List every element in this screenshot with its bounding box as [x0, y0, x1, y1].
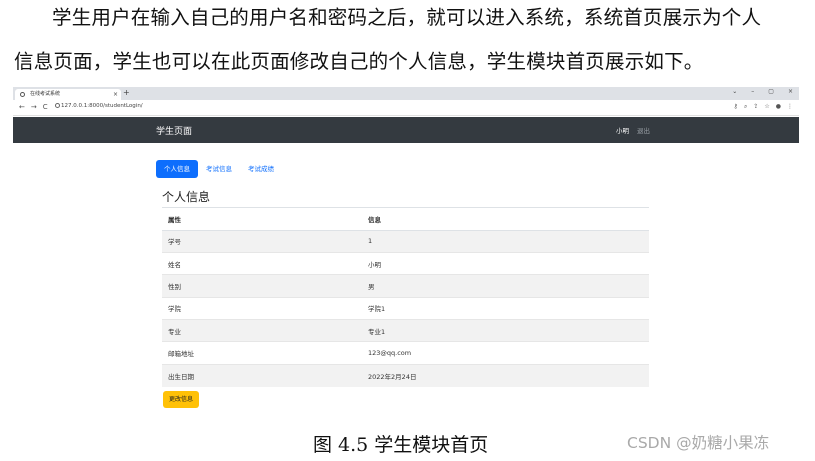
- row-value: 专业1: [362, 319, 649, 342]
- tab-exam-scores[interactable]: 考试成绩: [240, 160, 282, 178]
- row-attribute: 专业: [162, 319, 362, 342]
- new-tab-icon[interactable]: +: [123, 88, 130, 97]
- navbar-username[interactable]: 小明: [616, 125, 629, 135]
- reload-icon[interactable]: C: [43, 103, 48, 111]
- tab-title: 在线考试系统: [30, 91, 61, 97]
- row-attribute: 邮箱地址: [162, 341, 362, 365]
- address-bar: ← → C 127.0.0.1:8000/studentLogin/ ⚷ ⌕ ⇪…: [13, 100, 799, 116]
- zoom-icon[interactable]: ⌕: [744, 103, 747, 111]
- row-attribute: 出生日期: [162, 363, 362, 387]
- tab-search-icon[interactable]: ⌄: [732, 88, 737, 95]
- window-controls: ⌄ – ▢ ×: [732, 88, 793, 95]
- top-navbar: 学生页面 小明 退出: [13, 117, 799, 143]
- row-attribute: 姓名: [162, 251, 362, 275]
- forward-icon[interactable]: →: [31, 103, 37, 111]
- minimize-icon[interactable]: –: [751, 88, 754, 95]
- edit-info-button[interactable]: 更改信息: [163, 391, 200, 408]
- table-row: 学号 1: [162, 229, 649, 253]
- share-icon[interactable]: ⇪: [753, 103, 758, 111]
- menu-kebab-icon[interactable]: ⋮: [787, 103, 793, 111]
- row-value: 2022年2月24日: [362, 363, 649, 387]
- table-row: 姓名 小明: [162, 251, 649, 275]
- table-row: 出生日期 2022年2月24日: [162, 363, 649, 387]
- browser-tab-bar: 在线考试系统 × + ⌄ – ▢ ×: [13, 87, 799, 100]
- info-table: 属性 信息 学号 1 姓名 小明 性别 男 学院 学院1 专业 专业1 邮箱地址…: [162, 208, 649, 387]
- row-attribute: 性别: [162, 274, 362, 298]
- site-info-icon[interactable]: [55, 103, 60, 108]
- key-icon[interactable]: ⚷: [734, 103, 738, 111]
- table-row: 性别 男: [162, 274, 649, 298]
- row-value: 男: [362, 274, 649, 298]
- url-text[interactable]: 127.0.0.1:8000/studentLogin/: [61, 103, 143, 109]
- toolbar-icons: ⚷ ⌕ ⇪ ☆ ● ⋮: [734, 103, 793, 111]
- favicon-icon: [20, 92, 25, 97]
- bookmark-star-icon[interactable]: ☆: [764, 103, 769, 111]
- header-attribute: 属性: [162, 208, 362, 231]
- profile-icon[interactable]: ●: [776, 103, 781, 111]
- tab-pills: 个人信息 考试信息 考试成绩: [156, 160, 282, 178]
- browser-tab[interactable]: 在线考试系统 ×: [15, 89, 121, 100]
- table-row: 专业 专业1: [162, 319, 649, 342]
- navbar-brand[interactable]: 学生页面: [156, 124, 192, 137]
- paragraph-line-2: 信息页面，学生也可以在此页面修改自己的个人信息，学生模块首页展示如下。: [14, 50, 704, 73]
- row-attribute: 学号: [162, 229, 362, 253]
- section-title: 个人信息: [162, 190, 211, 204]
- table-row: 学院 学院1: [162, 296, 649, 320]
- nav-buttons: ← → C: [19, 103, 48, 111]
- back-icon[interactable]: ←: [19, 103, 25, 111]
- row-value: 1: [362, 229, 649, 253]
- tab-exam-info[interactable]: 考试信息: [198, 160, 240, 178]
- embedded-screenshot: 在线考试系统 × + ⌄ – ▢ × ← → C 127.0.0.1:8000/…: [13, 87, 799, 417]
- tab-personal-info[interactable]: 个人信息: [156, 160, 198, 178]
- tab-close-icon[interactable]: ×: [113, 89, 118, 100]
- table-header-row: 属性 信息: [162, 208, 649, 231]
- row-value: 学院1: [362, 296, 649, 320]
- restore-icon[interactable]: ▢: [768, 88, 774, 95]
- close-window-icon[interactable]: ×: [788, 88, 793, 95]
- watermark: CSDN @奶糖小果冻: [627, 434, 770, 452]
- logout-link[interactable]: 退出: [637, 125, 650, 135]
- header-value: 信息: [362, 208, 649, 231]
- row-value: 小明: [362, 251, 649, 275]
- figure-caption: 图 4.5 学生模块首页: [313, 434, 489, 456]
- table-row: 邮箱地址 123@qq.com: [162, 341, 649, 365]
- paragraph-line-1: 学生用户在输入自己的用户名和密码之后，就可以进入系统，系统首页展示为个人: [52, 6, 762, 29]
- row-attribute: 学院: [162, 296, 362, 320]
- row-value: 123@qq.com: [362, 341, 649, 365]
